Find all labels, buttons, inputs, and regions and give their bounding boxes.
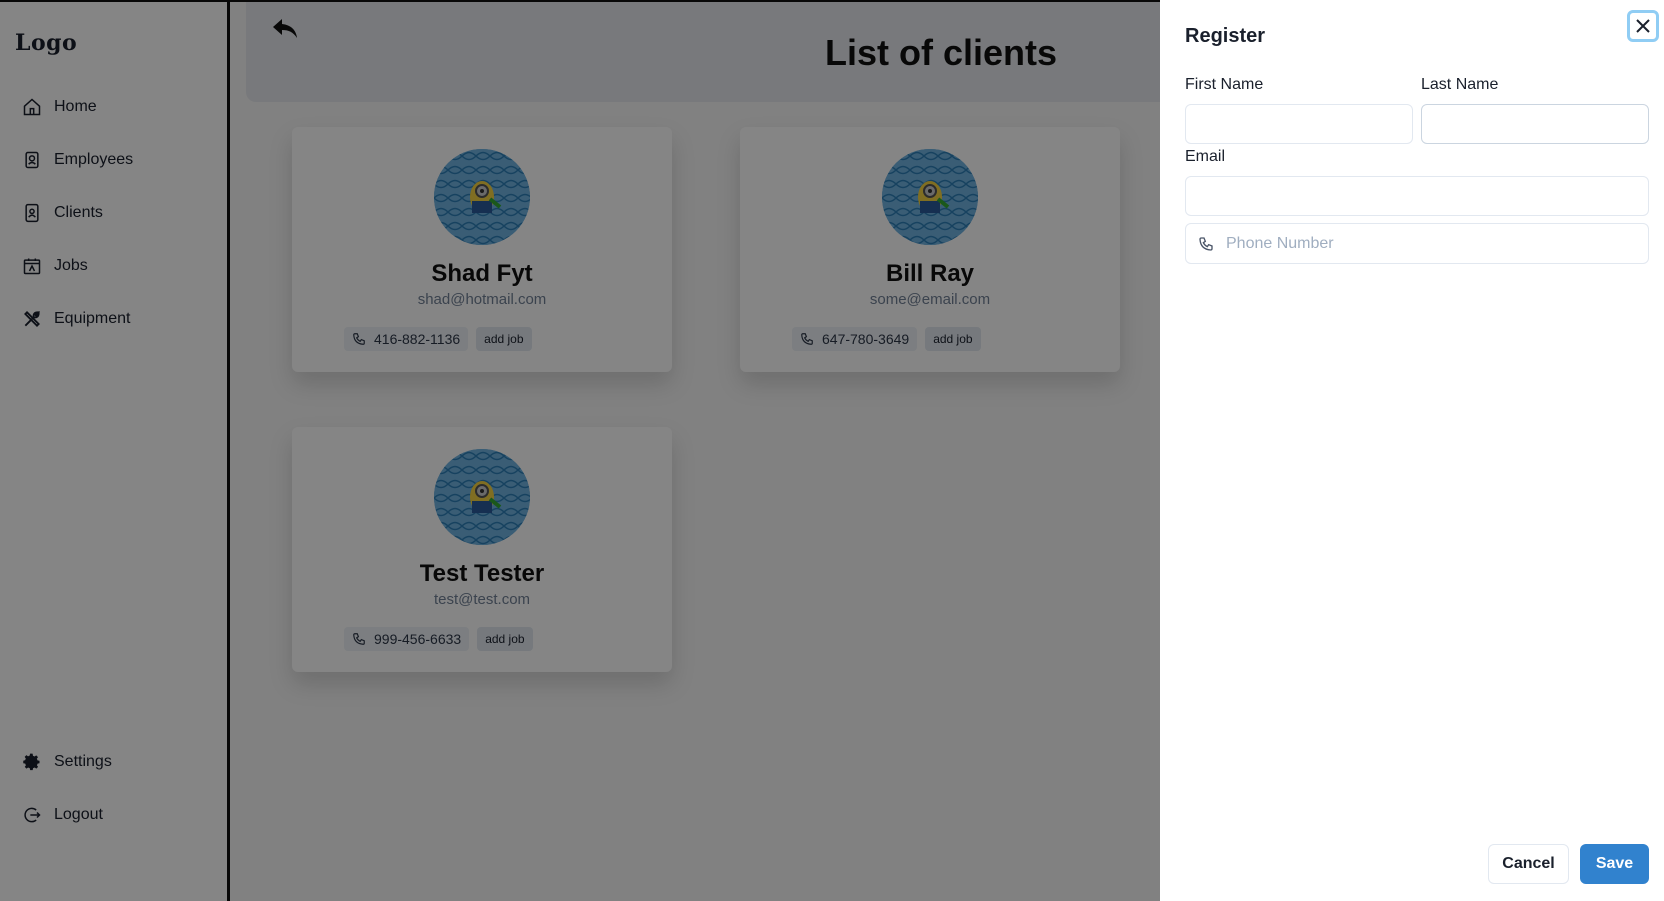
first-name-input[interactable]: [1185, 104, 1413, 144]
first-name-label: First Name: [1185, 76, 1264, 93]
phone-number-field: [1185, 223, 1649, 264]
save-button[interactable]: Save: [1580, 844, 1649, 884]
phone-icon: [1186, 236, 1226, 252]
modal-overlay[interactable]: [0, 0, 1160, 901]
email-input[interactable]: [1185, 176, 1649, 216]
close-icon: [1636, 19, 1650, 33]
register-drawer: Register First Name Last Name Email Canc…: [1160, 0, 1664, 901]
last-name-input[interactable]: [1421, 104, 1649, 144]
drawer-title: Register: [1185, 25, 1266, 47]
cancel-button[interactable]: Cancel: [1488, 844, 1569, 884]
last-name-label: Last Name: [1421, 76, 1499, 93]
app-window: Logo Home Employees Clients Jobs Equipme…: [0, 0, 1664, 901]
email-label: Email: [1185, 148, 1226, 165]
close-button[interactable]: [1627, 10, 1659, 42]
phone-number-input[interactable]: [1226, 234, 1626, 253]
